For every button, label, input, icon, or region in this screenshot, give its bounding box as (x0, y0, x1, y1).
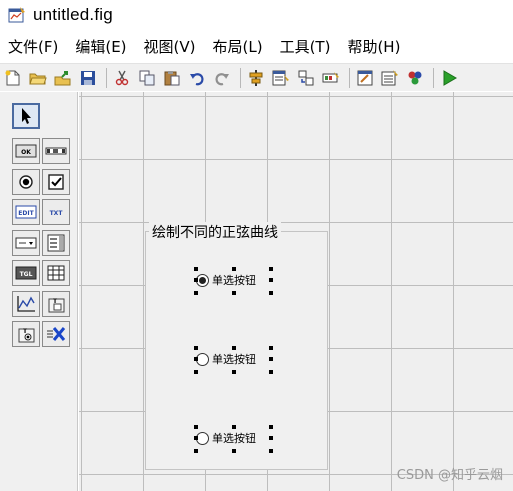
push-button-icon[interactable]: OK (12, 138, 40, 164)
radio-button-icon[interactable] (12, 169, 40, 195)
component-palette: OK EDIT TXT TGL T T (0, 92, 78, 491)
toolbar-separator (349, 67, 350, 88)
figure-icon (8, 6, 26, 24)
panel-title: 绘制不同的正弦曲线 (149, 222, 281, 242)
selection-handle[interactable] (269, 291, 273, 295)
run-icon[interactable] (438, 67, 460, 89)
selection-handle[interactable] (194, 449, 198, 453)
menu-tools[interactable]: 工具(T) (280, 36, 331, 57)
property-inspector-icon[interactable] (379, 67, 401, 89)
svg-text:EDIT: EDIT (18, 210, 34, 217)
object-browser-icon[interactable] (404, 67, 426, 89)
menu-help[interactable]: 帮助(H) (347, 36, 400, 57)
menu-bar: 文件(F) 编辑(E) 视图(V) 布局(L) 工具(T) 帮助(H) (0, 33, 513, 59)
grid-line (143, 92, 144, 491)
static-text-icon[interactable]: TXT (42, 199, 70, 225)
title-bar: untitled.fig (0, 0, 513, 30)
radio-label: 单选按钮 (212, 432, 256, 445)
open-folder-icon[interactable] (27, 67, 49, 89)
radio-label: 单选按钮 (212, 353, 256, 366)
tab-order-editor-icon[interactable] (295, 67, 317, 89)
selection-handle[interactable] (269, 449, 273, 453)
export-icon[interactable] (52, 67, 74, 89)
selection-handle[interactable] (194, 278, 198, 282)
watermark: CSDN @知乎云烟 (396, 468, 503, 483)
selection-handle[interactable] (269, 436, 273, 440)
selection-handle[interactable] (194, 291, 198, 295)
editor-icon[interactable] (354, 67, 376, 89)
selection-handle[interactable] (269, 357, 273, 361)
toolbar-editor-icon[interactable] (320, 67, 342, 89)
button-group-icon[interactable]: T (12, 321, 40, 347)
selection-handle[interactable] (194, 436, 198, 440)
table-icon[interactable] (42, 260, 70, 286)
radio-button[interactable]: 单选按钮 (196, 430, 256, 446)
grid-line (79, 96, 513, 97)
selection-handle[interactable] (194, 267, 198, 271)
menu-file[interactable]: 文件(F) (8, 36, 58, 57)
radio-label: 单选按钮 (212, 274, 256, 287)
menu-editor-icon[interactable] (270, 67, 292, 89)
paste-icon[interactable] (161, 67, 183, 89)
selection-handle[interactable] (269, 425, 273, 429)
selection-handle[interactable] (232, 370, 236, 374)
selection-handle[interactable] (194, 425, 198, 429)
slider-icon[interactable] (42, 138, 70, 164)
selection-handle[interactable] (232, 291, 236, 295)
redo-icon[interactable] (211, 67, 233, 89)
edit-text-icon[interactable]: EDIT (12, 199, 40, 225)
menu-view[interactable]: 视图(V) (144, 36, 196, 57)
list-box-icon[interactable] (42, 230, 70, 256)
grid-line (391, 92, 392, 491)
popup-menu-icon[interactable] (12, 230, 40, 256)
toolbar-separator (433, 67, 434, 88)
selection-handle[interactable] (269, 267, 273, 271)
selection-handle[interactable] (269, 370, 273, 374)
selection-handle[interactable] (232, 267, 236, 271)
check-box-icon[interactable] (42, 169, 70, 195)
panel-icon[interactable]: T (42, 291, 70, 317)
save-icon[interactable] (77, 67, 99, 89)
grid-line (79, 222, 513, 223)
activex-control-icon[interactable] (42, 321, 70, 347)
new-file-icon[interactable] (2, 67, 24, 89)
selection-handle[interactable] (232, 425, 236, 429)
svg-text:TXT: TXT (50, 210, 64, 217)
toolbar (0, 63, 513, 91)
selection-handle[interactable] (194, 370, 198, 374)
grid-line (453, 92, 454, 491)
toolbar-separator (240, 67, 241, 88)
selection-handle[interactable] (269, 346, 273, 350)
align-objects-icon[interactable] (245, 67, 267, 89)
window-title: untitled.fig (33, 5, 113, 24)
grid-line (329, 92, 330, 491)
menu-edit[interactable]: 编辑(E) (75, 36, 126, 57)
menu-layout[interactable]: 布局(L) (213, 36, 263, 57)
grid-line (79, 159, 513, 160)
copy-icon[interactable] (136, 67, 158, 89)
selection-handle[interactable] (232, 346, 236, 350)
radio-button[interactable]: 单选按钮 (196, 351, 256, 367)
radio-button[interactable]: 单选按钮 (196, 272, 256, 288)
cut-icon[interactable] (111, 67, 133, 89)
axes-icon[interactable] (12, 291, 40, 317)
svg-text:OK: OK (21, 149, 31, 156)
selection-handle[interactable] (194, 346, 198, 350)
toolbar-separator (106, 67, 107, 88)
selection-handle[interactable] (232, 449, 236, 453)
toggle-button-icon[interactable]: TGL (12, 260, 40, 286)
svg-text:TGL: TGL (20, 271, 33, 278)
selection-handle[interactable] (194, 357, 198, 361)
select-pointer-icon[interactable] (12, 103, 40, 129)
undo-icon[interactable] (186, 67, 208, 89)
selection-handle[interactable] (269, 278, 273, 282)
grid-line (81, 92, 82, 491)
